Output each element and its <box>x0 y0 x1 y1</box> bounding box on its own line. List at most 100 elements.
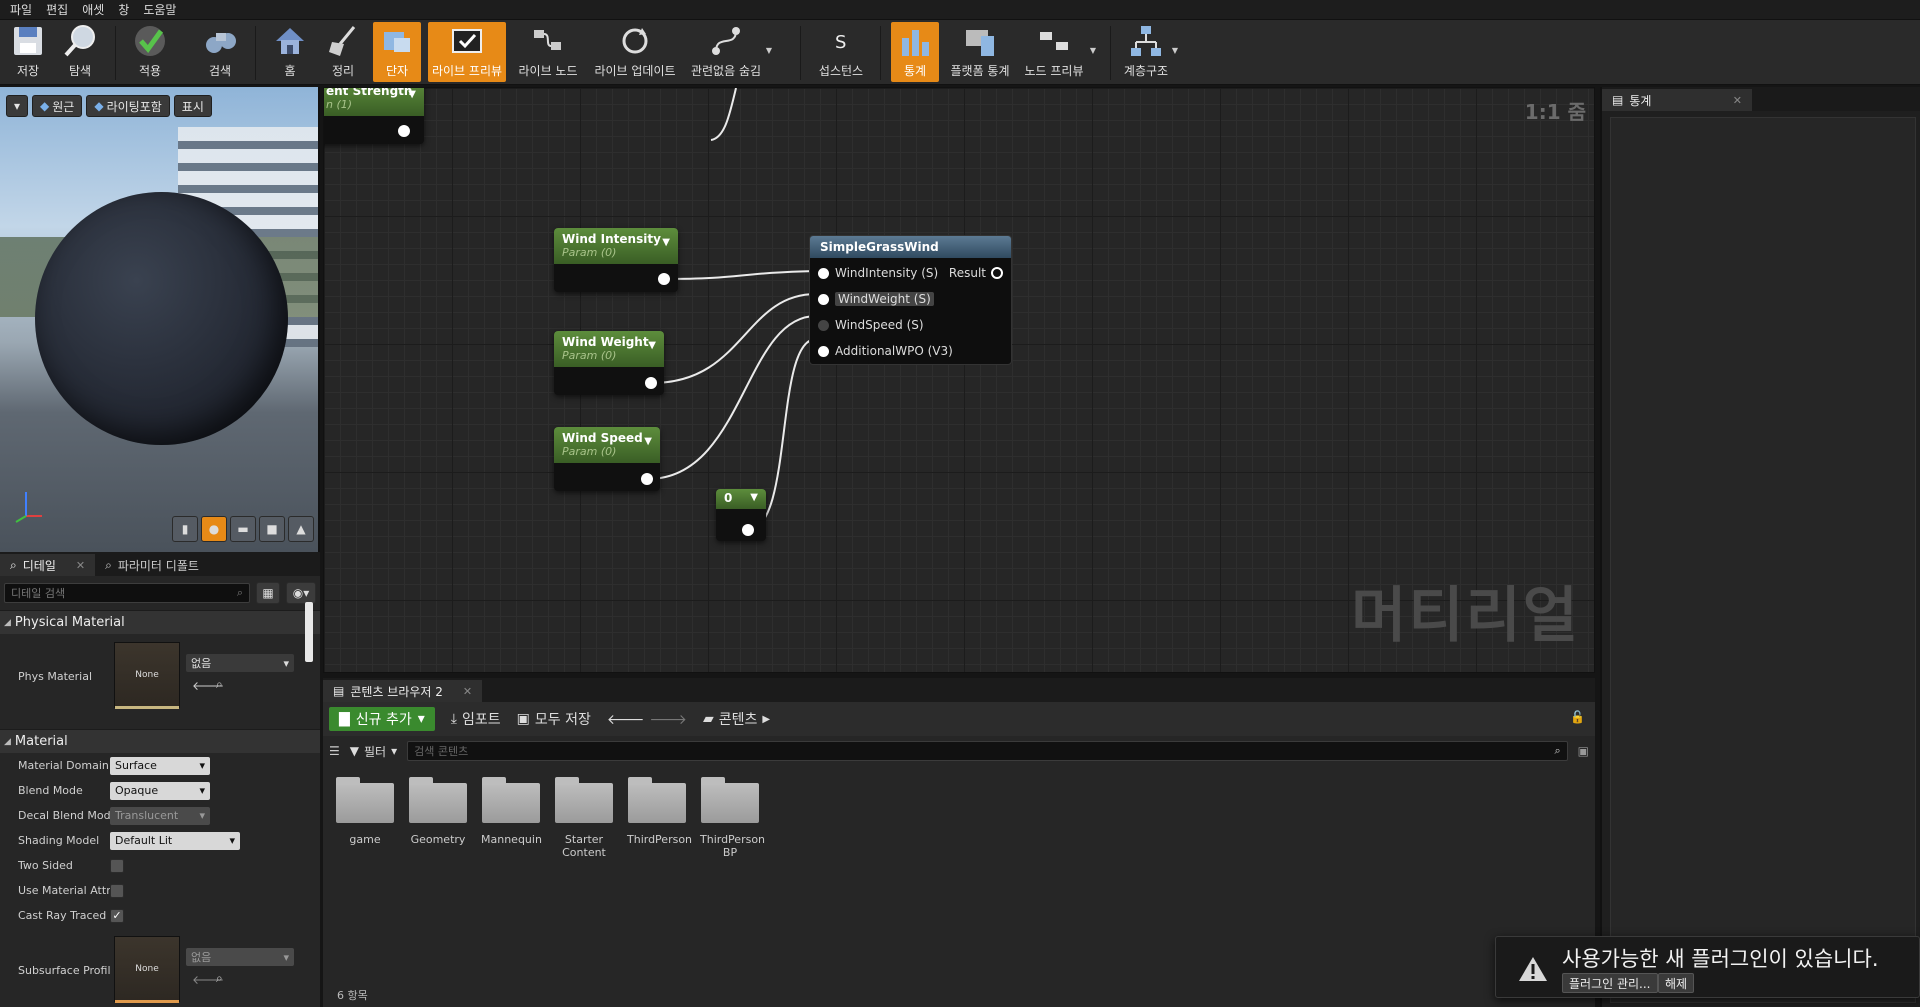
node-wind-intensity[interactable]: Wind Intensity Param (0) ▼ <box>554 228 678 292</box>
output-pin[interactable] <box>398 125 410 137</box>
blend-mode-combo[interactable]: Opaque ▾ <box>110 781 210 800</box>
two-sided-checkbox[interactable] <box>110 858 124 873</box>
folder-game[interactable]: game <box>335 777 395 846</box>
input-pin-wind-weight[interactable]: WindWeight (S) <box>818 292 934 306</box>
chevron-down-icon[interactable]: ▼ <box>750 492 758 503</box>
add-new-button[interactable]: ▇ 신규 추가 ▾ <box>329 707 435 731</box>
home-button[interactable]: 홈 <box>270 22 310 82</box>
category-physical-material[interactable]: ◢ Physical Material <box>0 610 320 634</box>
plane-preview-icon[interactable]: ▬ <box>230 516 256 542</box>
menu-window[interactable]: 창 <box>116 1 141 18</box>
input-pin-wind-speed[interactable]: WindSpeed (S) <box>818 318 924 332</box>
tab-details[interactable]: ⌕ 디테일 ✕ <box>0 554 96 576</box>
material-domain-combo[interactable]: Surface ▾ <box>110 756 210 775</box>
close-icon[interactable]: ✕ <box>463 685 472 698</box>
cast-ray-traced-shadows-checkbox[interactable]: ✓ <box>110 908 124 923</box>
subsurface-profile-thumbnail[interactable]: None <box>114 936 180 1003</box>
path-breadcrumb[interactable]: ▰ 콘텐츠 ▶ <box>703 709 770 729</box>
lock-icon[interactable]: 🔓 <box>1570 710 1585 724</box>
manage-plugins-button[interactable]: 플러그인 관리... <box>1562 973 1658 993</box>
save-button[interactable]: 저장 <box>8 22 48 82</box>
details-scrollbar[interactable] <box>305 602 313 662</box>
close-icon[interactable]: ✕ <box>1733 94 1742 107</box>
cube-preview-icon[interactable]: ■ <box>259 516 285 542</box>
material-graph-editor[interactable]: 1:1 줌 머티리얼 ent Strength n (1) ▼ Wind Inten… <box>323 87 1595 673</box>
material-preview-viewport[interactable]: ▾ ◆ 원근 ◆ 라이팅포함 표시 ▮ ● ▬ ■ ▲ <box>0 87 320 552</box>
node-wind-speed[interactable]: Wind Speed Param (0) ▼ <box>554 427 660 491</box>
show-button[interactable]: 표시 <box>173 95 212 117</box>
folder-thirdperson-bp[interactable]: ThirdPerson BP <box>700 777 765 859</box>
chevron-down-icon[interactable]: ▼ <box>1172 46 1178 55</box>
sphere-preview-icon[interactable]: ● <box>201 516 227 542</box>
live-update-button[interactable]: 라이브 업데이트 <box>592 22 678 82</box>
phys-material-thumbnail[interactable]: None <box>114 642 180 709</box>
output-pin[interactable] <box>641 473 653 485</box>
chevron-down-icon[interactable]: ▼ <box>648 340 656 351</box>
folder-starter-content[interactable]: Starter Content <box>554 777 614 859</box>
details-search-input[interactable]: 디테일 검색 ⌕ <box>4 583 250 603</box>
viewport-options-button[interactable]: ▾ <box>6 95 29 117</box>
shading-model-combo[interactable]: Default Lit ▾ <box>110 831 240 850</box>
cylinder-preview-icon[interactable]: ▮ <box>172 516 198 542</box>
tab-parameter-defaults[interactable]: ⌕ 파라미터 디폴트 <box>95 554 209 576</box>
output-pin[interactable] <box>658 273 670 285</box>
search-icon[interactable]: ⌕ <box>216 971 223 986</box>
chevron-down-icon[interactable]: ▼ <box>408 89 416 100</box>
live-nodes-button[interactable]: 라이브 노드 <box>516 22 580 82</box>
chevron-down-icon[interactable]: ▼ <box>662 237 670 248</box>
cleanup-button[interactable]: 정리 <box>323 22 363 82</box>
tab-stats[interactable]: ▤ 통계 ✕ <box>1602 89 1752 111</box>
search-icon[interactable]: ⌕ <box>216 677 223 692</box>
browse-button[interactable]: 탐색 <box>60 22 100 82</box>
category-material[interactable]: ◢ Material <box>0 729 320 753</box>
node-wind-strength[interactable]: ent Strength n (1) ▼ <box>324 88 424 144</box>
dismiss-button[interactable]: 해제 <box>1658 973 1695 993</box>
mesh-preview-icon[interactable]: ▲ <box>288 516 314 542</box>
apply-button[interactable]: 적용 <box>130 22 170 82</box>
connectors-button[interactable]: 단자 <box>373 22 421 82</box>
platform-stats-button[interactable]: 플랫폼 통계 <box>948 22 1012 82</box>
grid-view-icon[interactable]: ▦ <box>256 582 280 604</box>
stats-button[interactable]: 통계 <box>891 22 939 82</box>
input-pin-wind-intensity[interactable]: WindIntensity (S) <box>818 266 938 280</box>
node-preview-button[interactable]: 노드 프리뷰 ▼ <box>1022 22 1096 82</box>
output-pin[interactable] <box>742 524 754 536</box>
eye-icon[interactable]: ◉▾ <box>286 582 316 604</box>
input-pin-additional-wpo[interactable]: AdditionalWPO (V3) <box>818 344 953 358</box>
menu-edit[interactable]: 편집 <box>44 1 80 18</box>
phys-material-combo[interactable]: 없음 ▾ <box>186 654 294 672</box>
save-search-icon[interactable]: ▣ <box>1578 744 1589 758</box>
menu-file[interactable]: 파일 <box>8 1 44 18</box>
folder-thirdperson[interactable]: ThirdPerson <box>627 777 692 846</box>
node-wind-weight[interactable]: Wind Weight Param (0) ▼ <box>554 331 664 395</box>
search-button[interactable]: 검색 <box>200 22 240 82</box>
hierarchy-button[interactable]: 계층구조 ▼ <box>1124 22 1178 82</box>
save-all-button[interactable]: ▣ 모두 저장 <box>517 709 591 729</box>
chevron-down-icon[interactable]: ▼ <box>766 46 772 55</box>
folder-geometry[interactable]: Geometry <box>408 777 468 846</box>
content-search-input[interactable]: 검색 콘텐츠 ⌕ <box>407 741 1568 761</box>
hide-unrelated-button[interactable]: 관련없음 숨김 ▼ <box>690 22 772 82</box>
sources-toggle-icon[interactable]: ☰ <box>329 744 340 758</box>
arrow-left-icon[interactable]: 🡐 <box>607 711 645 728</box>
tab-content-browser[interactable]: ▤ 콘텐츠 브라우저 2 ✕ <box>323 680 483 702</box>
arrow-right-icon[interactable]: 🡒 <box>649 711 687 728</box>
filter-button[interactable]: ▼ 필터 ▾ <box>350 743 397 760</box>
live-preview-button[interactable]: 라이브 프리뷰 <box>428 22 506 82</box>
node-constant-zero[interactable]: 0 ▼ <box>716 489 766 541</box>
folder-mannequin[interactable]: Mannequin <box>481 777 542 846</box>
menu-asset[interactable]: 애셋 <box>80 1 116 18</box>
chevron-down-icon[interactable]: ▼ <box>1090 46 1096 55</box>
output-pin-result[interactable]: Result <box>949 266 1003 280</box>
lit-button[interactable]: ◆ 라이팅포함 <box>86 95 170 117</box>
node-simple-grass-wind[interactable]: SimpleGrassWind WindIntensity (S) WindWe… <box>809 235 1012 365</box>
perspective-button[interactable]: ◆ 원근 <box>32 95 83 117</box>
plugin-notification: 사용가능한 새 플러그인이 있습니다. 플러그인 관리... 해제 <box>1495 936 1920 998</box>
use-material-attributes-checkbox[interactable] <box>110 883 124 898</box>
chevron-down-icon[interactable]: ▼ <box>644 436 652 447</box>
menu-help[interactable]: 도움말 <box>141 1 188 18</box>
close-icon[interactable]: ✕ <box>76 559 85 572</box>
import-button[interactable]: ⤓ 임포트 <box>451 709 501 729</box>
output-pin[interactable] <box>645 377 657 389</box>
substance-button[interactable]: S 섭스턴스 <box>815 22 867 82</box>
